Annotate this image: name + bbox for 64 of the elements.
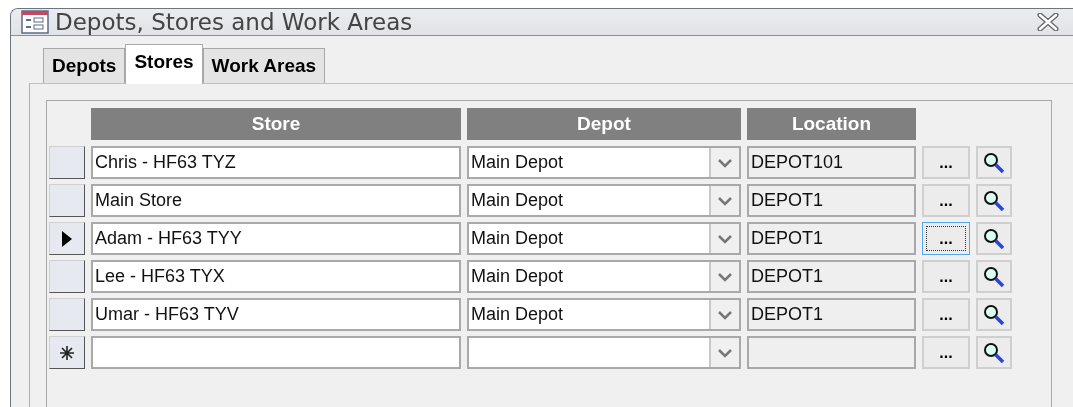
tab[interactable]: Stores [125,44,203,84]
dropdown-button[interactable] [709,186,739,215]
current-record-icon [62,230,72,247]
close-icon [1037,13,1059,31]
store-field[interactable]: Adam - HF63 TYY [91,222,461,255]
location-field[interactable]: DEPOT1 [747,260,916,293]
search-button[interactable] [976,222,1012,255]
location-field[interactable]: DEPOT1 [747,298,916,331]
search-icon [983,227,1005,250]
depot-combo-box[interactable]: Main Depot [467,184,741,217]
dropdown-button[interactable] [709,338,739,367]
search-icon [983,189,1005,212]
browse-button[interactable]: ... [922,222,970,255]
store-field[interactable]: Main Store [91,184,461,217]
column-header: Store [91,108,461,140]
tab[interactable]: Depots [43,48,126,83]
depot-combo-box[interactable]: Main Depot [467,260,741,293]
search-icon [983,151,1005,174]
dropdown-button[interactable] [709,148,739,177]
record-selector[interactable] [49,222,85,255]
location-field[interactable]: DEPOT101 [747,146,916,179]
browse-button[interactable]: ... [922,184,970,217]
depot-combo-box[interactable]: Main Depot [467,298,741,331]
search-button[interactable] [976,260,1012,293]
browse-button[interactable]: ... [922,336,970,369]
chevron-down-icon [718,271,732,282]
form-icon [21,10,49,34]
record-selector[interactable] [49,298,85,331]
location-field[interactable]: DEPOT1 [747,222,916,255]
browse-button[interactable]: ... [922,298,970,331]
location-field[interactable] [747,336,916,369]
tab[interactable]: Work Areas [202,48,326,83]
chevron-down-icon [718,157,732,168]
record-selector[interactable] [49,146,85,179]
store-field[interactable]: Umar - HF63 TYV [91,298,461,331]
store-field[interactable]: Lee - HF63 TYX [91,260,461,293]
window-title: Depots, Stores and Work Areas [55,9,414,35]
search-button[interactable] [976,184,1012,217]
chevron-down-icon [718,195,732,206]
record-selector[interactable] [49,184,85,217]
column-header: Depot [467,108,741,140]
depot-combo-box[interactable]: Main Depot [467,222,741,255]
dropdown-button[interactable] [709,224,739,253]
location-field[interactable]: DEPOT1 [747,184,916,217]
search-icon [983,303,1005,326]
search-icon [983,265,1005,288]
record-selector[interactable] [49,260,85,293]
search-icon [983,341,1005,364]
browse-button[interactable]: ... [922,260,970,293]
depot-combo-box[interactable]: Main Depot [467,146,741,179]
dropdown-button[interactable] [709,262,739,291]
dropdown-button[interactable] [709,300,739,329]
search-button[interactable] [976,298,1012,331]
chevron-down-icon [718,347,732,358]
store-field[interactable] [91,336,461,369]
search-button[interactable] [976,336,1012,369]
search-button[interactable] [976,146,1012,179]
chevron-down-icon [718,309,732,320]
new-record-icon [59,344,75,361]
column-header: Location [747,108,916,140]
store-field[interactable]: Chris - HF63 TYZ [91,146,461,179]
chevron-down-icon [718,233,732,244]
record-selector[interactable] [49,336,85,369]
browse-button[interactable]: ... [922,146,970,179]
